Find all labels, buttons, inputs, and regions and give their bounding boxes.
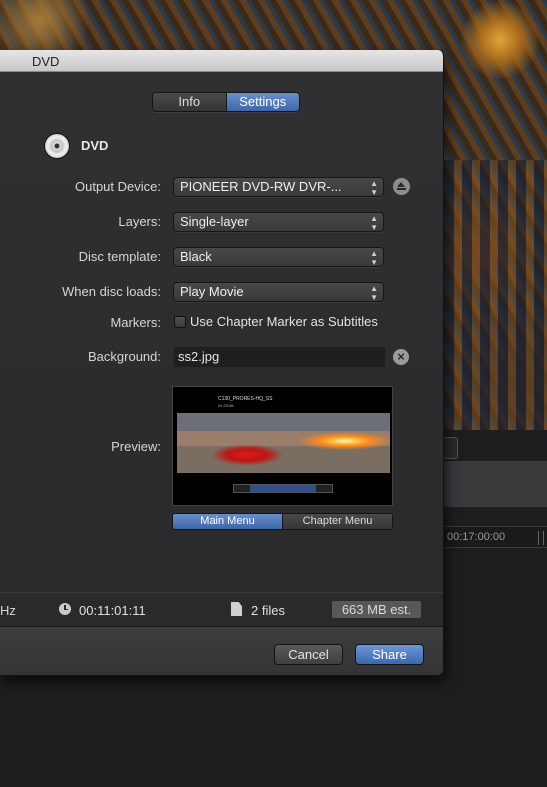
when-disc-loads-popup[interactable]: Play Movie ▲ ▼ [173, 282, 384, 302]
eject-icon[interactable] [393, 178, 410, 195]
tab-chapter-menu[interactable]: Chapter Menu [282, 514, 392, 529]
layers-popup[interactable]: Single-layer ▲ ▼ [173, 212, 384, 232]
when-disc-loads-value: Play Movie [180, 284, 244, 299]
background-detail [444, 160, 547, 430]
section-title: DVD [81, 138, 109, 153]
file-count-text: 2 files [251, 603, 285, 618]
disc-template-value: Black [180, 249, 212, 264]
duration-text: 00:11:01:11 [79, 603, 146, 618]
markers-label: Markers: [110, 315, 161, 330]
share-button[interactable]: Share [355, 644, 424, 665]
clock-icon [59, 603, 71, 615]
info-settings-tabs: Info Settings [152, 92, 300, 112]
ruler-tick [538, 531, 539, 545]
when-disc-loads-label: When disc loads: [62, 284, 161, 299]
dvd-disc-icon [45, 134, 69, 158]
output-device-value: PIONEER DVD-RW DVR-... [180, 179, 342, 194]
preview-label: Preview: [111, 439, 161, 454]
output-device-label: Output Device: [75, 179, 161, 194]
layers-value: Single-layer [180, 214, 249, 229]
size-estimate-badge: 663 MB est. [332, 601, 421, 618]
updown-arrows-icon: ▲ ▼ [370, 214, 378, 232]
cancel-button[interactable]: Cancel [274, 644, 343, 665]
updown-arrows-icon: ▲ ▼ [370, 179, 378, 197]
tab-main-menu[interactable]: Main Menu [173, 514, 282, 529]
disc-template-label: Disc template: [78, 249, 161, 264]
layers-label: Layers: [118, 214, 161, 229]
clear-icon[interactable]: × [393, 349, 409, 365]
output-device-popup[interactable]: PIONEER DVD-RW DVR-... ▲ ▼ [173, 177, 384, 197]
frame-rate-text: Hz [0, 603, 16, 618]
preview-menu-controls [233, 484, 333, 493]
sheet-titlebar: DVD [0, 50, 443, 72]
tab-info[interactable]: Info [153, 93, 226, 111]
chapter-marker-subtitles-checkbox[interactable] [174, 316, 186, 328]
preview-title-text: C130_PRORES-HQ_SS [218, 396, 273, 402]
preview-thumbnail [177, 413, 390, 473]
sheet-title: DVD [32, 54, 60, 69]
ruler-tick [543, 531, 544, 545]
background-label: Background: [88, 349, 161, 364]
file-icon [231, 602, 242, 616]
tab-settings[interactable]: Settings [225, 93, 299, 111]
updown-arrows-icon: ▲ ▼ [370, 284, 378, 302]
sheet-content: Info Settings DVD Output Device: PIONEER… [0, 72, 443, 592]
preview-time-text: 01:23:56 [218, 403, 234, 408]
background-field[interactable]: ss2.jpg [173, 346, 386, 368]
output-info-bar: Hz 00:11:01:11 2 files 663 MB est. [0, 592, 443, 626]
background-timeline-track [444, 461, 547, 507]
menu-preview: C130_PRORES-HQ_SS 01:23:56 [172, 386, 393, 506]
updown-arrows-icon: ▲ ▼ [370, 249, 378, 267]
sheet-button-bar: Cancel Share [0, 626, 443, 675]
disc-template-popup[interactable]: Black ▲ ▼ [173, 247, 384, 267]
menu-preview-tabs: Main Menu Chapter Menu [172, 513, 393, 530]
ruler-timecode: 00:17:00:00 [447, 531, 506, 543]
chapter-marker-subtitles-label[interactable]: Use Chapter Marker as Subtitles [190, 314, 378, 329]
dvd-share-sheet: DVD Info Settings DVD Output Device: PIO… [0, 50, 444, 676]
